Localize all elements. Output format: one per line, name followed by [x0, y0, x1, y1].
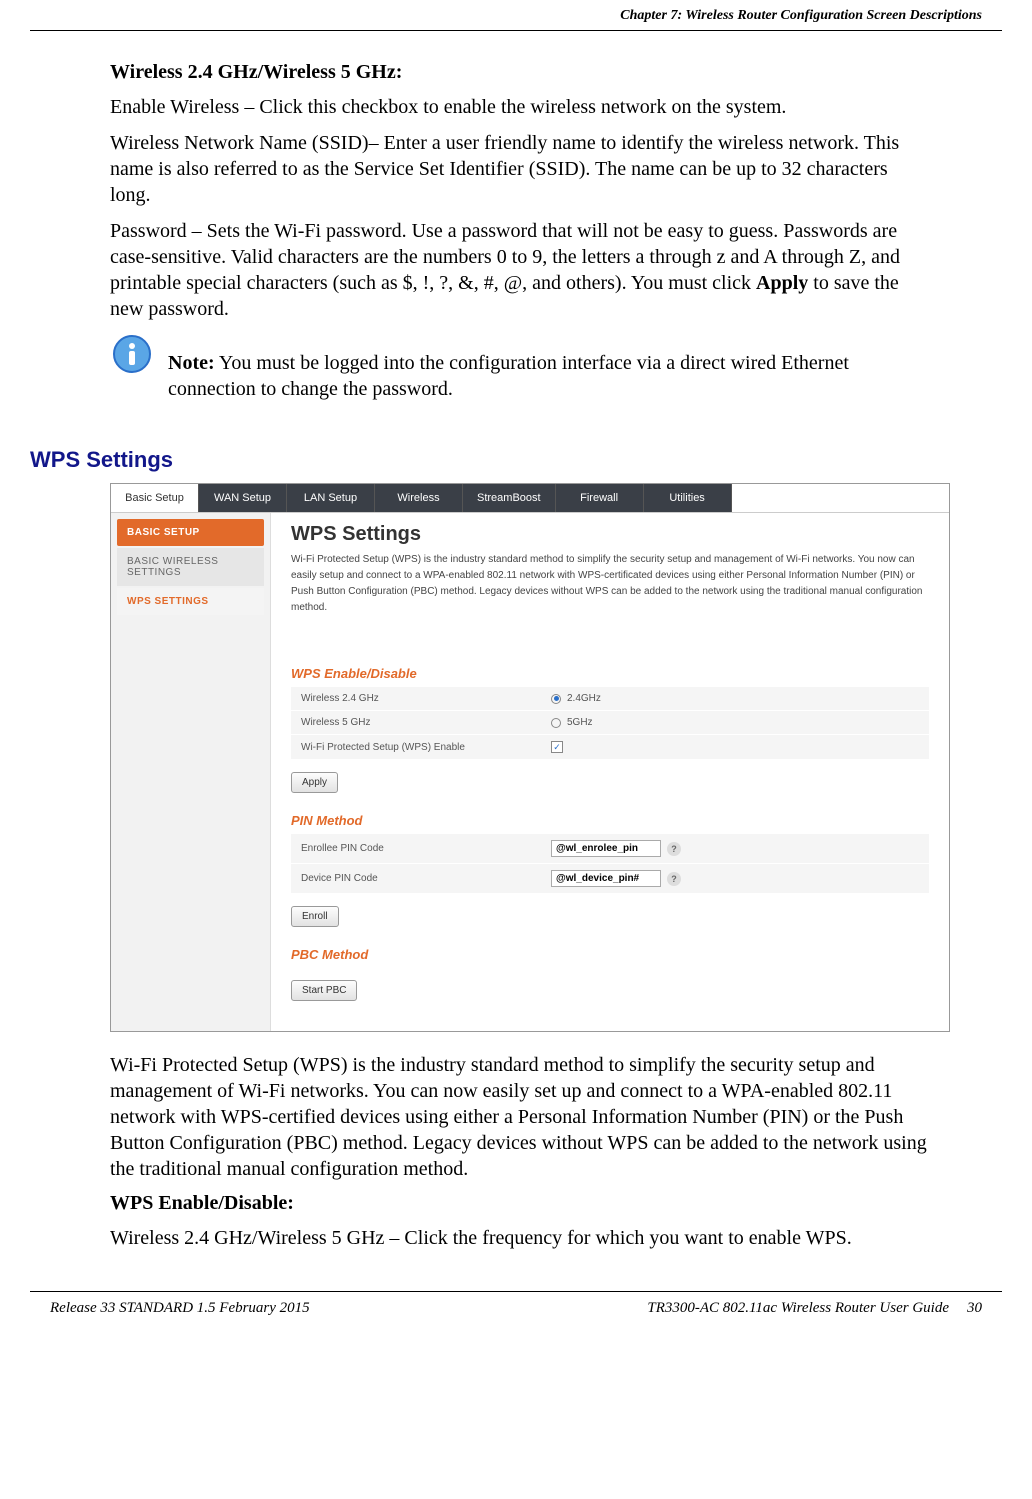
sidebar-item-wps-settings[interactable]: WPS SETTINGS: [117, 588, 264, 615]
label-wps-enable: Wi-Fi Protected Setup (WPS) Enable: [301, 742, 551, 753]
paragraph-ssid: Wireless Network Name (SSID)– Enter a us…: [110, 130, 932, 208]
section-heading-wireless: Wireless 2.4 GHz/Wireless 5 GHz:: [110, 61, 932, 84]
note-text: Note: You must be logged into the config…: [168, 332, 932, 402]
note-block: Note: You must be logged into the config…: [110, 332, 932, 402]
main-panel: WPS Settings Wi-Fi Protected Setup (WPS)…: [271, 513, 949, 1031]
footer-release: Release 33 STANDARD 1.5 February 2015: [50, 1300, 310, 1317]
row-wps-enable: Wi-Fi Protected Setup (WPS) Enable: [291, 735, 929, 759]
row-wireless-5: Wireless 5 GHz 5GHz: [291, 711, 929, 734]
row-wireless-24: Wireless 2.4 GHz 2.4GHz: [291, 687, 929, 710]
label-wireless-5: Wireless 5 GHz: [301, 717, 551, 728]
paragraph-frequency: Wireless 2.4 GHz/Wireless 5 GHz – Click …: [110, 1225, 932, 1251]
chapter-header: Chapter 7: Wireless Router Configuration…: [30, 0, 1002, 31]
start-pbc-button[interactable]: Start PBC: [291, 980, 357, 1001]
label-enrollee-pin: Enrollee PIN Code: [301, 843, 551, 854]
enroll-button[interactable]: Enroll: [291, 906, 339, 927]
help-icon[interactable]: ?: [667, 872, 681, 886]
help-icon[interactable]: ?: [667, 842, 681, 856]
section-wps-enable: WPS Enable/Disable: [291, 666, 929, 681]
tab-wireless[interactable]: Wireless: [375, 484, 463, 512]
radio-5ghz-label: 5GHz: [567, 717, 593, 728]
sidebar-head-basic-setup[interactable]: BASIC SETUP: [117, 519, 264, 546]
sidebar: BASIC SETUP BASIC WIRELESS SETTINGS WPS …: [111, 513, 271, 1031]
info-icon: [110, 332, 154, 376]
tab-utilities[interactable]: Utilities: [644, 484, 732, 512]
panel-description: Wi-Fi Protected Setup (WPS) is the indus…: [291, 552, 929, 616]
tab-lan-setup[interactable]: LAN Setup: [287, 484, 375, 512]
section-heading-wps-enable: WPS Enable/Disable:: [110, 1192, 932, 1215]
radio-24ghz[interactable]: [551, 694, 561, 704]
row-device-pin: Device PIN Code ?: [291, 864, 929, 893]
label-wireless-24: Wireless 2.4 GHz: [301, 693, 551, 704]
tab-firewall[interactable]: Firewall: [556, 484, 644, 512]
paragraph-wps-description: Wi-Fi Protected Setup (WPS) is the indus…: [110, 1052, 932, 1182]
page-footer: Release 33 STANDARD 1.5 February 2015 TR…: [30, 1291, 1002, 1325]
tab-wan-setup[interactable]: WAN Setup: [199, 484, 287, 512]
row-enrollee-pin: Enrollee PIN Code ?: [291, 834, 929, 863]
section-pin-method: PIN Method: [291, 813, 929, 828]
apply-bold: Apply: [756, 272, 808, 294]
footer-title: TR3300-AC 802.11ac Wireless Router User …: [647, 1300, 949, 1317]
wps-screenshot: Basic Setup WAN Setup LAN Setup Wireless…: [110, 483, 950, 1032]
sidebar-item-basic-wireless[interactable]: BASIC WIRELESS SETTINGS: [117, 548, 264, 586]
tab-bar: Basic Setup WAN Setup LAN Setup Wireless…: [111, 484, 949, 513]
paragraph-enable-wireless: Enable Wireless – Click this checkbox to…: [110, 94, 932, 120]
input-enrollee-pin[interactable]: [551, 840, 661, 857]
note-body: You must be logged into the configuratio…: [168, 352, 849, 400]
note-label: Note:: [168, 352, 215, 374]
paragraph-password: Password – Sets the Wi-Fi password. Use …: [110, 218, 932, 322]
label-device-pin: Device PIN Code: [301, 873, 551, 884]
radio-24ghz-label: 2.4GHz: [567, 693, 601, 704]
wps-settings-heading: WPS Settings: [30, 447, 932, 473]
input-device-pin[interactable]: [551, 870, 661, 887]
checkbox-wps-enable[interactable]: [551, 741, 563, 753]
apply-button[interactable]: Apply: [291, 772, 338, 793]
tab-basic-setup[interactable]: Basic Setup: [111, 484, 199, 512]
footer-page-number: 30: [967, 1300, 982, 1317]
tab-streamboost[interactable]: StreamBoost: [463, 484, 556, 512]
radio-5ghz[interactable]: [551, 718, 561, 728]
section-pbc-method: PBC Method: [291, 947, 929, 962]
panel-title: WPS Settings: [291, 523, 929, 546]
